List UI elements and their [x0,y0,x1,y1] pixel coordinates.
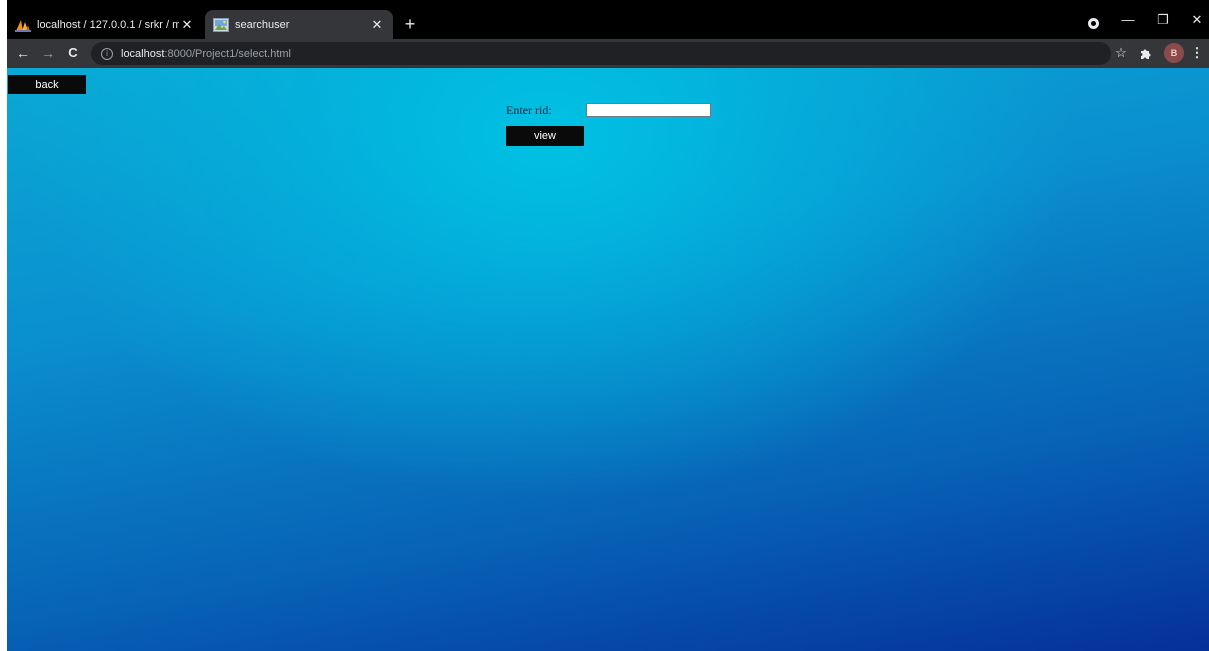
profile-avatar[interactable]: B [1164,43,1184,63]
browser-window: localhost / 127.0.0.1 / srkr / mem ✕ sea… [7,0,1209,651]
rid-input[interactable] [586,103,711,117]
address-bar[interactable]: i localhost:8000/Project1/select.html [91,42,1111,65]
browser-menu-icon[interactable]: ⋮ [1187,43,1207,63]
rid-label: Enter rid: [506,103,552,117]
tab-title: localhost / 127.0.0.1 / srkr / mem [37,18,179,31]
maximize-button[interactable]: ❐ [1153,12,1173,28]
tab-title: searchuser [235,18,290,31]
url-path: :8000/Project1/select.html [164,47,291,60]
page-viewport: back Enter rid: view [7,68,1209,651]
back-button[interactable]: back [8,75,86,94]
extensions-puzzle-icon[interactable] [1136,43,1156,63]
back-arrow-icon[interactable]: ← [13,43,33,63]
url-host: localhost [121,47,165,60]
view-button[interactable]: view [506,126,584,146]
phpmyadmin-sail-icon [15,18,31,32]
forward-arrow-icon[interactable]: → [38,43,58,63]
minimize-button[interactable]: — [1118,12,1138,27]
tab-phpmyadmin[interactable]: localhost / 127.0.0.1 / srkr / mem ✕ [7,10,203,39]
image-icon [213,17,229,32]
tab-close-icon[interactable]: ✕ [179,17,195,33]
bookmark-star-icon[interactable]: ☆ [1111,43,1131,63]
tab-strip: localhost / 127.0.0.1 / srkr / mem ✕ sea… [7,0,1209,39]
browser-toolbar: ← → C i localhost:8000/Project1/select.h… [7,39,1209,68]
tab-searchuser[interactable]: searchuser ✕ [205,10,393,39]
browser-profile-indicator-icon[interactable] [1088,18,1099,29]
tab-close-icon[interactable]: ✕ [369,17,385,33]
reload-icon[interactable]: C [63,43,83,63]
site-info-icon[interactable]: i [101,47,113,60]
window-close-button[interactable]: ✕ [1187,12,1207,28]
new-tab-button[interactable]: + [400,14,420,34]
